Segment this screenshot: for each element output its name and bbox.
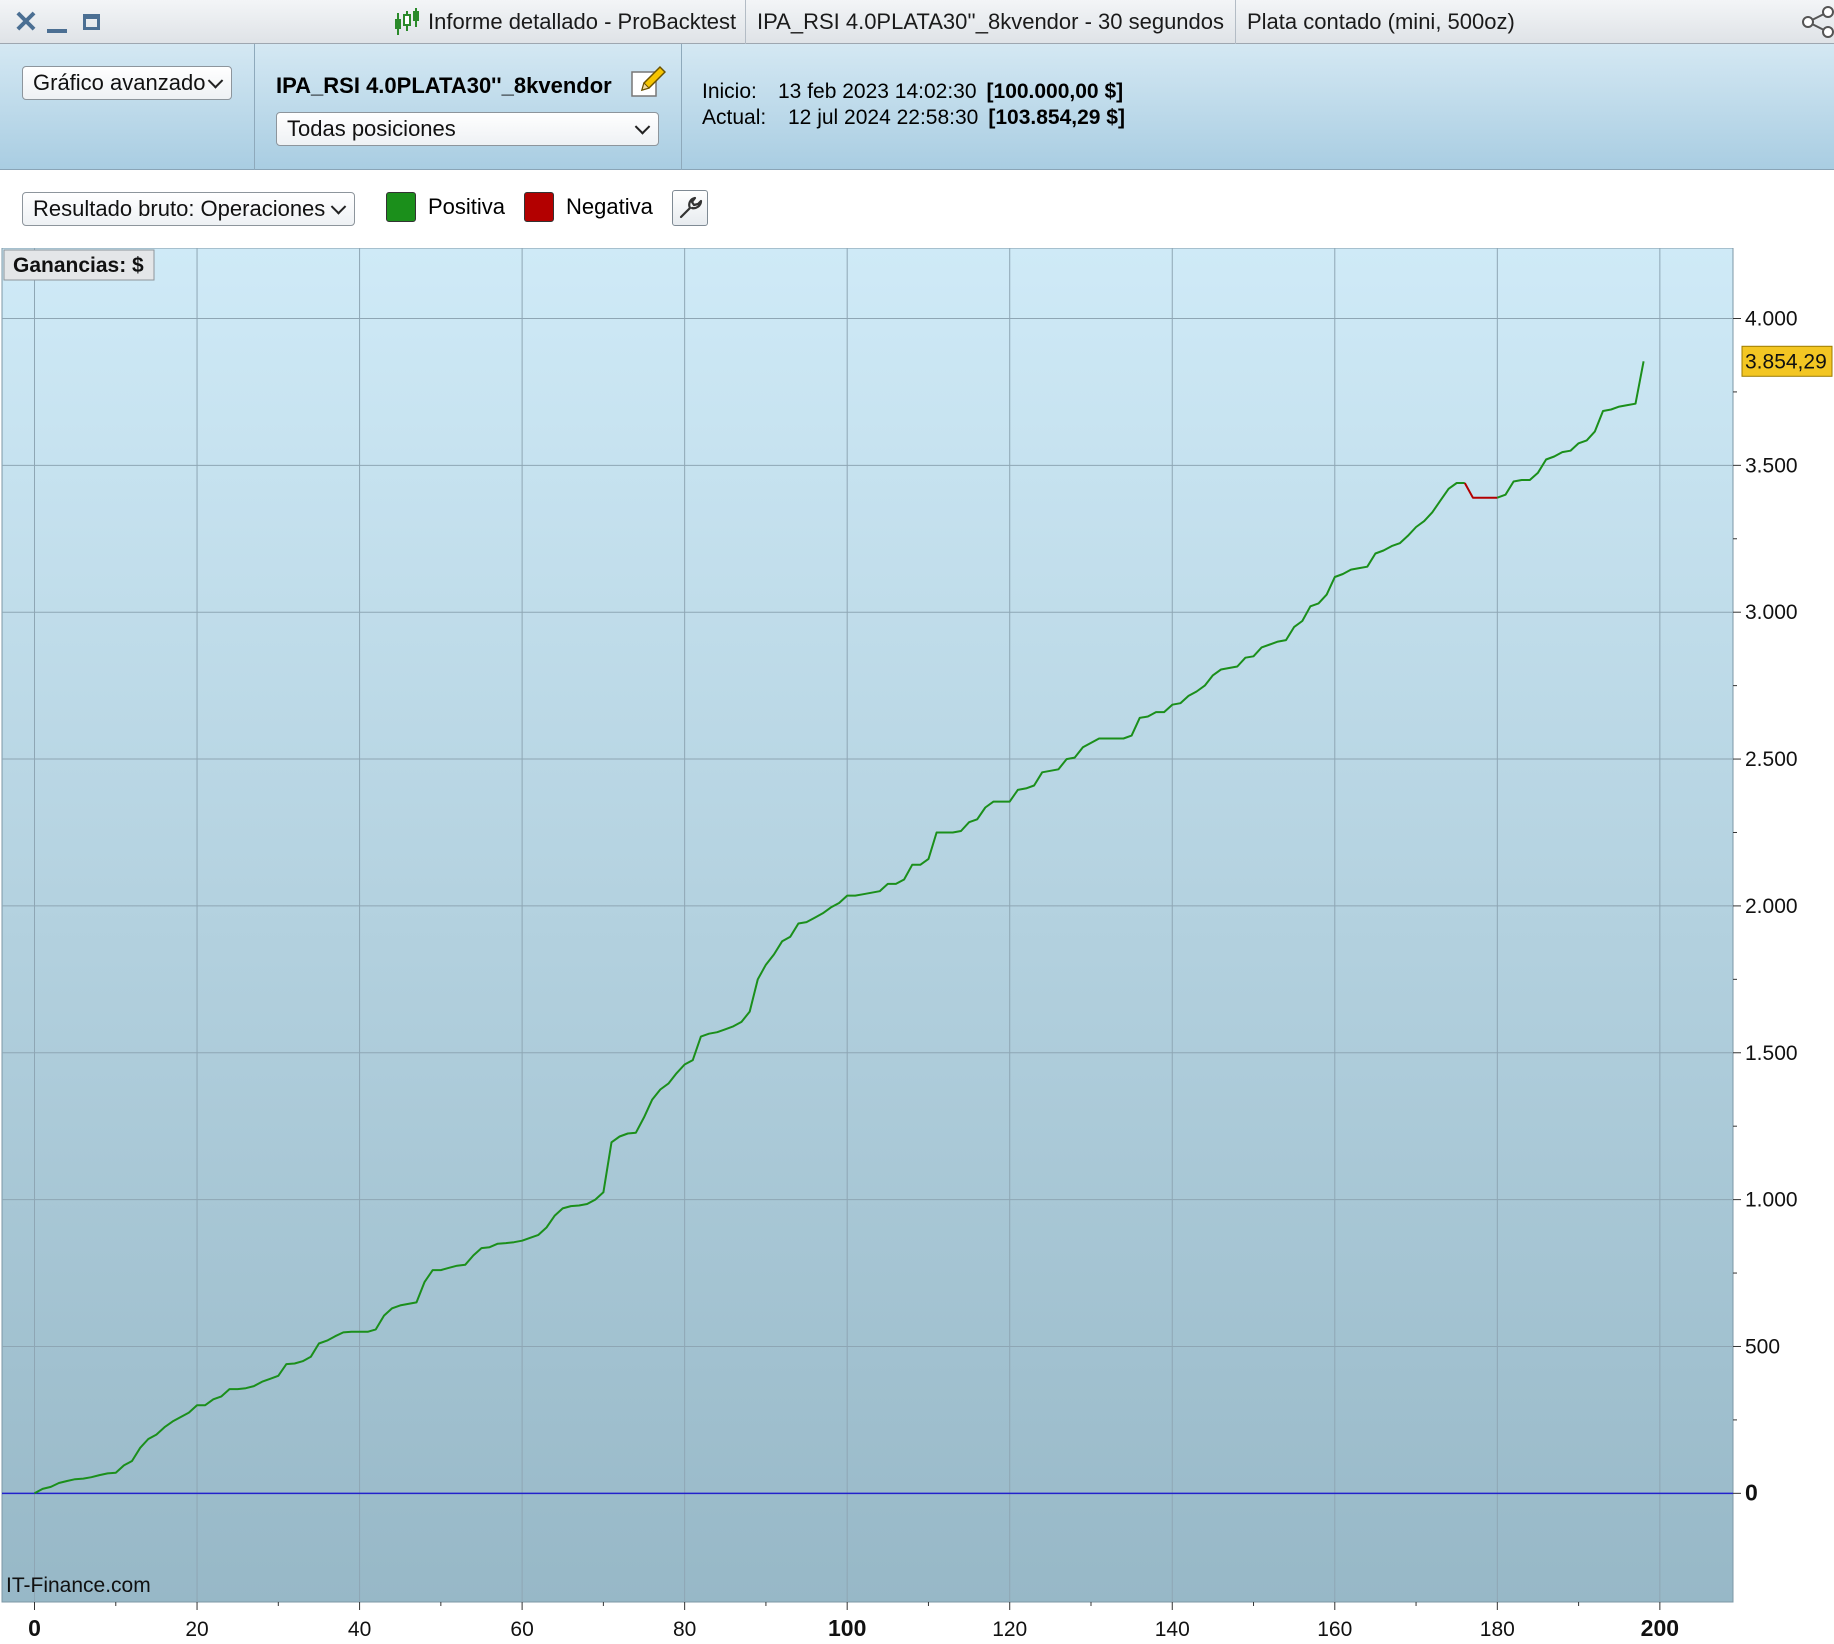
chevron-down-icon [330, 199, 347, 215]
current-capital: [103.854,29 $] [988, 106, 1125, 129]
x-tick-label: 40 [348, 1618, 371, 1641]
y-tick-label: 500 [1745, 1335, 1780, 1358]
last-value-badge: 3.854,29 [1741, 345, 1833, 377]
start-capital: [100.000,00 $] [986, 80, 1124, 103]
x-tick-label: 0 [28, 1615, 41, 1641]
x-tick-label: 100 [828, 1615, 866, 1641]
chart-mode-select-value: Gráfico avanzado [33, 70, 206, 95]
last-value-label: 3.854,29 [1745, 350, 1827, 373]
current-date: 12 jul 2024 22:58:30 [788, 106, 979, 129]
y-tick-label: 2.500 [1745, 748, 1798, 771]
positive-label: Positiva [428, 194, 506, 219]
x-tick-label: 160 [1317, 1618, 1352, 1641]
equity-chart[interactable]: 05001.0001.5002.0002.5003.0003.5004.000 … [0, 248, 1834, 1644]
chart-title: Ganancias: $ [13, 254, 144, 277]
current-info: Actual: 12 jul 2024 22:58:30 [103.854,29… [702, 105, 1125, 131]
candlestick-icon [395, 8, 419, 35]
start-info: Inicio: 13 feb 2023 14:02:30 [100.000,00… [702, 79, 1123, 105]
toolbar-divider [254, 44, 255, 170]
watermark-text: IT-Finance.com [6, 1574, 151, 1597]
chart-mode-select[interactable]: Gráfico avanzado [22, 66, 232, 100]
close-icon[interactable]: ✕ [10, 0, 42, 44]
wrench-icon [679, 196, 703, 219]
maximize-icon[interactable] [78, 0, 104, 44]
window-title-bar: ✕ Informe detallado - ProBacktest IPA_RS… [0, 0, 1834, 44]
chart-options-bar: Resultado bruto: Operaciones Positiva Ne… [0, 170, 1834, 248]
x-tick-label: 80 [673, 1618, 696, 1641]
y-tick-label: 1.000 [1745, 1189, 1798, 1212]
x-tick-label: 180 [1480, 1618, 1515, 1641]
chevron-down-icon [634, 119, 651, 135]
strategy-name: IPA_RSI 4.0PLATA30''_8kvendor [276, 73, 612, 98]
y-tick-label: 3.000 [1745, 601, 1798, 624]
report-title: Informe detallado - ProBacktest [392, 0, 736, 44]
negative-label: Negativa [566, 194, 653, 219]
plot-area [1, 248, 1734, 1603]
title-divider [745, 0, 746, 44]
y-tick-label: 1.500 [1745, 1042, 1798, 1065]
settings-wrench-button[interactable] [672, 190, 708, 226]
chevron-down-icon [207, 73, 224, 89]
x-tick-label: 20 [185, 1618, 208, 1641]
strategy-title: IPA_RSI 4.0PLATA30''_8kvendor - 30 segun… [757, 9, 1225, 34]
y-tick-label: 4.000 [1745, 307, 1798, 330]
result-select[interactable]: Resultado bruto: Operaciones [22, 192, 355, 226]
report-title-text: Informe detallado - ProBacktest [428, 9, 737, 34]
x-tick-label: 120 [992, 1618, 1027, 1641]
instrument-title: Plata contado (mini, 500oz) [1247, 9, 1515, 34]
start-label: Inicio: [702, 80, 757, 103]
y-tick-label: 0 [1745, 1479, 1758, 1505]
minimize-icon[interactable] [44, 0, 70, 44]
positions-select-value: Todas posiciones [287, 116, 456, 141]
start-date: 13 feb 2023 14:02:30 [778, 80, 977, 103]
report-toolbar: Gráfico avanzado IPA_RSI 4.0PLATA30''_8k… [0, 44, 1834, 170]
share-icon[interactable] [1798, 6, 1834, 38]
negative-color-swatch[interactable] [524, 192, 554, 222]
x-tick-label: 200 [1641, 1615, 1679, 1641]
y-tick-label: 3.500 [1745, 454, 1798, 477]
current-label: Actual: [702, 106, 767, 129]
toolbar-divider [681, 44, 682, 170]
x-tick-label: 140 [1155, 1618, 1190, 1641]
chart-title-box: Ganancias: $ [3, 249, 155, 281]
y-tick-label: 2.000 [1745, 895, 1798, 918]
positions-select[interactable]: Todas posiciones [276, 112, 659, 146]
result-select-value: Resultado bruto: Operaciones [33, 196, 326, 221]
x-tick-label: 60 [510, 1618, 533, 1641]
title-divider [1235, 0, 1236, 44]
edit-pencil-icon[interactable] [630, 64, 666, 100]
positive-color-swatch[interactable] [386, 192, 416, 222]
